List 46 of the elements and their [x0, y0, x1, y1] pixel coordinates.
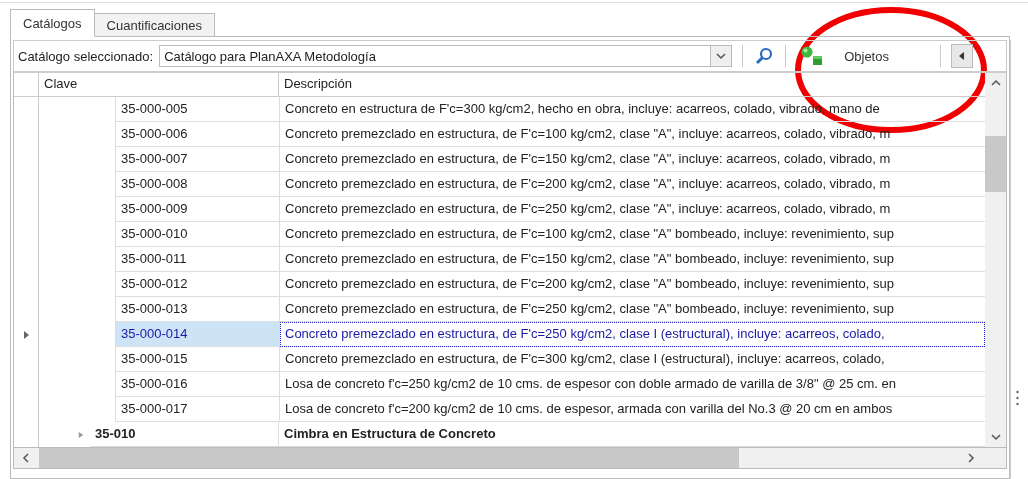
collapse-button[interactable]	[951, 44, 974, 68]
table-cell: Concreto premezclado en estructura, de F'c=200 kg/cm2, clase "A", incluye: acarreos, colado, vibrado, m	[280, 172, 985, 197]
catalog-dropdown[interactable]: Catálogo para PlanAXA Metodología	[159, 45, 733, 67]
scroll-left-icon[interactable]	[22, 453, 29, 463]
tab[interactable]: Catálogos	[10, 9, 95, 37]
table-cell: Concreto premezclado en estructura, de F'c=200 kg/cm2, clase "A" bombeado, incluye: revenimiento, sup	[280, 272, 985, 297]
table-cell: 35-000-012	[116, 272, 280, 297]
table-cell: 35-000-008	[116, 172, 280, 197]
tab[interactable]: Cuantificaciones	[93, 13, 215, 37]
table-cell: 35-000-016	[116, 372, 280, 397]
scroll-down-icon[interactable]	[990, 434, 1001, 441]
table-cell: Cimbra en Estructura de Concreto	[279, 422, 985, 447]
table-cell: Concreto premezclado en estructura, de F'c=250 kg/cm2, clase "A", incluye: acarreos, colado, vibrado, m	[280, 197, 985, 222]
table-cell: Concreto premezclado en estructura, de F'c=250 kg/cm2, clase "A" bombeado, incluye: revenimiento, sup	[280, 297, 985, 322]
scrollbar-thumb[interactable]	[39, 448, 739, 468]
table-cell: 35-010	[90, 422, 279, 447]
table-cell: 35-000-009	[116, 197, 280, 222]
table-cell: Concreto premezclado en estructura, de F'c=150 kg/cm2, clase "A", incluye: acarreos, colado, vibrado, m	[280, 147, 985, 172]
ball-and-cube-icon	[800, 45, 825, 67]
scrollbar-thumb[interactable]	[985, 136, 1006, 192]
table-cell: Losa de concreto f'c=250 kg/cm2 de 10 cms. de espesor con doble armado de varilla de 3/8" @ 25 cm. en	[280, 372, 985, 397]
column-header[interactable]: Clave	[39, 73, 279, 96]
table-cell: 35-000-014	[116, 322, 280, 347]
objects-button[interactable]: Objetos	[796, 43, 931, 69]
scroll-right-icon[interactable]	[968, 453, 975, 463]
table-cell: Concreto premezclado en estructura, de F'c=300 kg/cm2, clase I (estructural), incluye: acarreos, colado,	[280, 347, 985, 372]
table-cell: 35-000-007	[116, 147, 280, 172]
table-cell: 35-000-011	[116, 247, 280, 272]
table-cell: Losa de concreto f'c=200 kg/cm2 de 10 cms. de espesor, armada con varilla del No.3 @ 20 cm en ambos	[280, 397, 985, 422]
caret-icon	[958, 51, 967, 61]
catalog-label: Catálogo seleccionado:	[18, 48, 154, 64]
table-cell: 35-000-015	[116, 347, 280, 372]
table-cell: Concreto premezclado en estructura, de F'c=250 kg/cm2, clase I (estructural), incluye: acarreos, colado,	[280, 322, 985, 347]
scroll-up-icon[interactable]	[990, 79, 1001, 86]
vertical-scrollbar[interactable]	[985, 73, 1006, 447]
dropdown-chevron-icon	[710, 46, 732, 66]
column-header[interactable]: Descripción	[279, 73, 985, 96]
table-cell: Concreto premezclado en estructura, de F'c=100 kg/cm2, clase "A" bombeado, incluye: revenimiento, sup	[280, 222, 985, 247]
table-cell: 35-000-005	[116, 97, 280, 122]
splitter-grip-icon[interactable]	[1016, 390, 1019, 406]
table-cell: 35-000-006	[116, 122, 280, 147]
table-cell: 35-000-010	[116, 222, 280, 247]
table-cell: 35-000-017	[116, 397, 280, 422]
collapse-arrow-icon[interactable]	[78, 430, 84, 439]
table-cell: Concreto premezclado en estructura, de F'c=150 kg/cm2, clase "A" bombeado, incluye: revenimiento, sup	[280, 247, 985, 272]
horizontal-scrollbar[interactable]	[13, 448, 1007, 469]
